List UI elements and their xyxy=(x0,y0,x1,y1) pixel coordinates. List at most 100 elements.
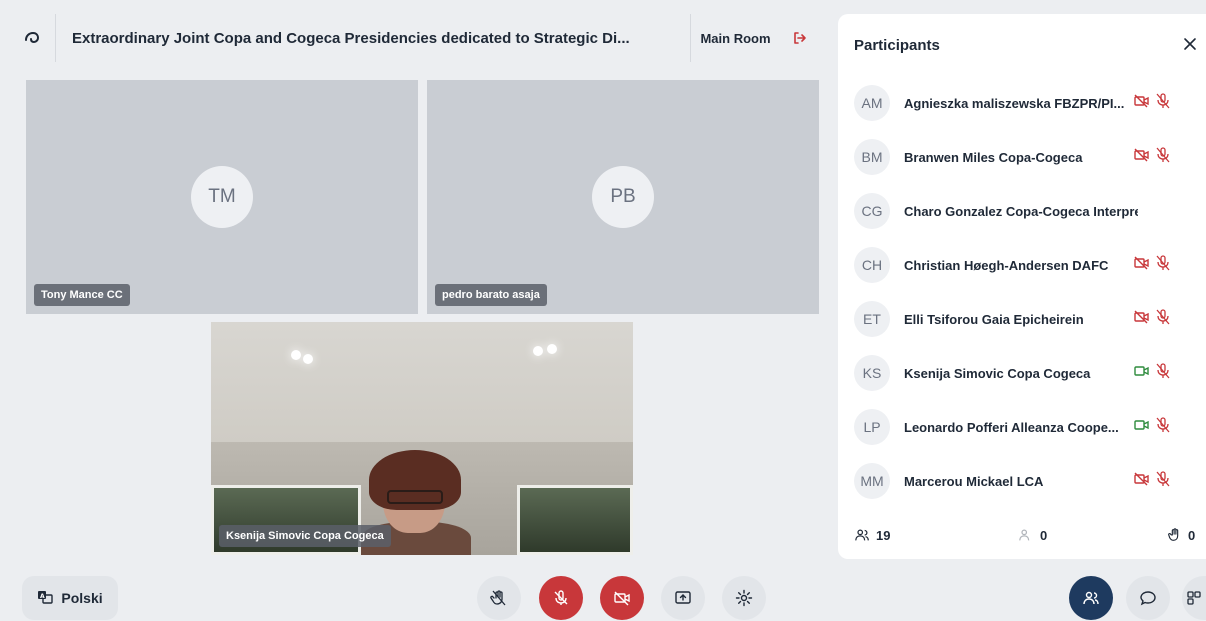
participant-row[interactable]: AM Agnieszka maliszewska FBZPR/PI... xyxy=(838,76,1206,130)
avatar: PB xyxy=(592,166,654,228)
participant-status-icons xyxy=(1134,146,1170,168)
participant-row[interactable]: BM Branwen Miles Copa-Cogeca xyxy=(838,130,1206,184)
participants-panel: Participants AM Agnieszka maliszewska FBZ… xyxy=(838,14,1206,559)
mute-mic-button[interactable] xyxy=(539,576,583,620)
chat-icon xyxy=(1140,591,1156,606)
participant-status-icons xyxy=(1134,362,1170,384)
participant-row[interactable]: LP Leonardo Pofferi Alleanza Coope... xyxy=(838,400,1206,454)
participant-initials: AM xyxy=(854,85,890,121)
mic-off-icon xyxy=(1156,416,1170,438)
more-options-button[interactable] xyxy=(1182,576,1206,620)
participant-row[interactable]: CH Christian Høegh-Andersen DAFC xyxy=(838,238,1206,292)
people-icon xyxy=(1083,591,1099,605)
meeting-title: Extraordinary Joint Copa and Cogeca Pres… xyxy=(72,29,630,47)
share-screen-button[interactable] xyxy=(661,576,705,620)
participants-toggle-button[interactable] xyxy=(1069,576,1113,620)
gear-icon xyxy=(735,589,753,607)
people-icon xyxy=(855,529,869,541)
video-tile-tony[interactable]: TM Tony Mance CC xyxy=(26,80,418,314)
participant-name: Charo Gonzalez Copa-Cogeca Interpreter xyxy=(904,203,1138,219)
ceiling-light xyxy=(547,344,557,354)
participant-initials: CG xyxy=(854,193,890,229)
hand-icon xyxy=(490,590,506,606)
participants-title: Participants xyxy=(854,36,940,54)
close-icon[interactable] xyxy=(1182,36,1198,56)
camera-off-icon xyxy=(1134,148,1150,167)
participant-status-icons xyxy=(1134,254,1170,276)
language-button[interactable]: A Polski xyxy=(22,576,118,620)
participant-row[interactable]: KS Ksenija Simovic Copa Cogeca xyxy=(838,346,1206,400)
grid-icon xyxy=(1187,591,1201,605)
camera-on-icon xyxy=(1134,364,1150,383)
participant-row[interactable]: CG Charo Gonzalez Copa-Cogeca Interpreter xyxy=(838,184,1206,238)
participant-nametag: Ksenija Simovic Copa Cogeca xyxy=(219,525,391,547)
chat-button[interactable] xyxy=(1126,576,1170,620)
avatar: TM xyxy=(191,166,253,228)
participant-initials: MM xyxy=(854,463,890,499)
mic-off-icon xyxy=(1156,362,1170,384)
participant-name: Agnieszka maliszewska FBZPR/PI... xyxy=(904,95,1125,111)
mic-off-icon xyxy=(1156,470,1170,492)
hands-count: 0 xyxy=(1188,527,1196,543)
mic-off-icon xyxy=(554,590,568,605)
ceiling-light xyxy=(291,350,301,360)
svg-text:A: A xyxy=(40,593,45,600)
participant-status-icons xyxy=(1134,308,1170,330)
waiting-participants: 0 xyxy=(1018,527,1047,543)
participant-name: Marcerou Mickael LCA xyxy=(904,473,1044,489)
share-screen-icon xyxy=(675,591,691,604)
participant-nametag: Tony Mance CC xyxy=(34,284,130,306)
participant-name: Leonardo Pofferi Alleanza Coope... xyxy=(904,419,1119,435)
person-glasses xyxy=(387,490,443,504)
settings-button[interactable] xyxy=(722,576,766,620)
camera-toggle-button[interactable] xyxy=(600,576,644,620)
participant-initials: ET xyxy=(854,301,890,337)
participant-initials: KS xyxy=(854,355,890,391)
mic-off-icon xyxy=(1156,254,1170,276)
camera-off-icon xyxy=(1134,472,1150,491)
ceiling-light xyxy=(533,346,543,356)
ceiling-light xyxy=(303,354,313,364)
window xyxy=(517,485,633,555)
participant-status-icons xyxy=(1134,416,1170,438)
hand-icon xyxy=(1168,528,1179,541)
raised-hands: 0 xyxy=(1168,527,1195,543)
mic-off-icon xyxy=(1156,308,1170,330)
participant-nametag: pedro barato asaja xyxy=(435,284,547,306)
translate-icon: A xyxy=(37,589,54,608)
video-tile-ksenija[interactable]: Ksenija Simovic Copa Cogeca xyxy=(211,322,633,555)
mic-off-icon xyxy=(1156,146,1170,168)
camera-on-icon xyxy=(1134,418,1150,437)
app-logo-icon[interactable] xyxy=(8,14,56,62)
people-outline-icon xyxy=(1019,529,1030,541)
camera-off-icon xyxy=(1134,310,1150,329)
leave-room-icon[interactable] xyxy=(780,14,820,62)
participant-name: Elli Tsiforou Gaia Epicheirein xyxy=(904,311,1084,327)
participants-header: Participants xyxy=(838,14,1206,76)
participant-status-icons xyxy=(1134,92,1170,114)
language-label: Polski xyxy=(61,590,103,606)
participants-footer: 19 0 0 xyxy=(838,511,1206,559)
camera-off-icon xyxy=(614,591,630,606)
participant-status-icons xyxy=(1134,470,1170,492)
room-selector[interactable]: Main Room xyxy=(690,14,780,62)
video-feed-ceiling xyxy=(211,322,633,442)
participant-initials: LP xyxy=(854,409,890,445)
video-tile-pedro[interactable]: PB pedro barato asaja xyxy=(427,80,819,314)
participant-name: Branwen Miles Copa-Cogeca xyxy=(904,149,1083,165)
total-participants: 19 xyxy=(854,527,890,543)
participant-initials: CH xyxy=(854,247,890,283)
total-count: 19 xyxy=(876,527,891,543)
camera-off-icon xyxy=(1134,256,1150,275)
participant-row[interactable]: MM Marcerou Mickael LCA xyxy=(838,454,1206,508)
mic-off-icon xyxy=(1156,92,1170,114)
raise-hand-button[interactable] xyxy=(477,576,521,620)
meeting-header: Extraordinary Joint Copa and Cogeca Pres… xyxy=(8,14,820,62)
participants-list: AM Agnieszka maliszewska FBZPR/PI... BM Bra… xyxy=(838,76,1206,508)
participant-row[interactable]: ET Elli Tsiforou Gaia Epicheirein xyxy=(838,292,1206,346)
participant-name: Ksenija Simovic Copa Cogeca xyxy=(904,365,1091,381)
participant-name: Christian Høegh-Andersen DAFC xyxy=(904,257,1109,273)
waiting-count: 0 xyxy=(1040,527,1048,543)
camera-off-icon xyxy=(1134,94,1150,113)
participant-initials: BM xyxy=(854,139,890,175)
